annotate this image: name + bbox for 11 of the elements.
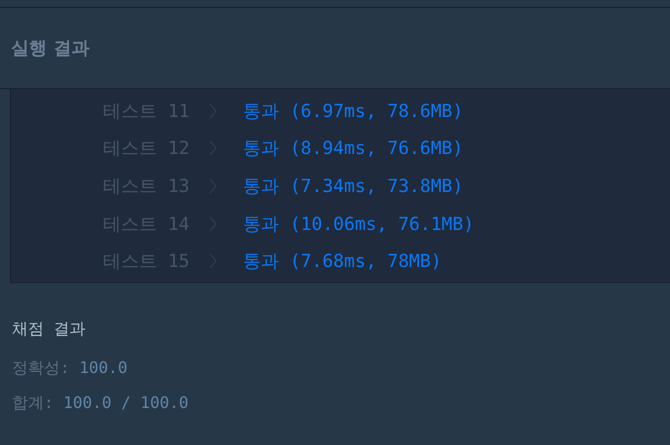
test-result: 통과 (6.97ms, 78.6MB) [243,100,464,123]
score-label: 합계: [12,393,54,412]
score-value: 100.0 [79,358,128,377]
score-value: 100.0 / 100.0 [63,393,189,412]
test-result: 통과 (7.34ms, 73.8MB) [243,174,464,198]
score-label: 정확성: [12,358,70,377]
test-result: 통과 (10.06ms, 76.1MB) [243,212,474,236]
section-title: 실행 결과 [11,37,90,60]
test-result: 통과 (7.68ms, 78MB) [243,250,442,274]
test-result: 통과 (8.94ms, 76.6MB) [243,137,464,160]
grading-title: 채점 결과 [12,319,87,340]
